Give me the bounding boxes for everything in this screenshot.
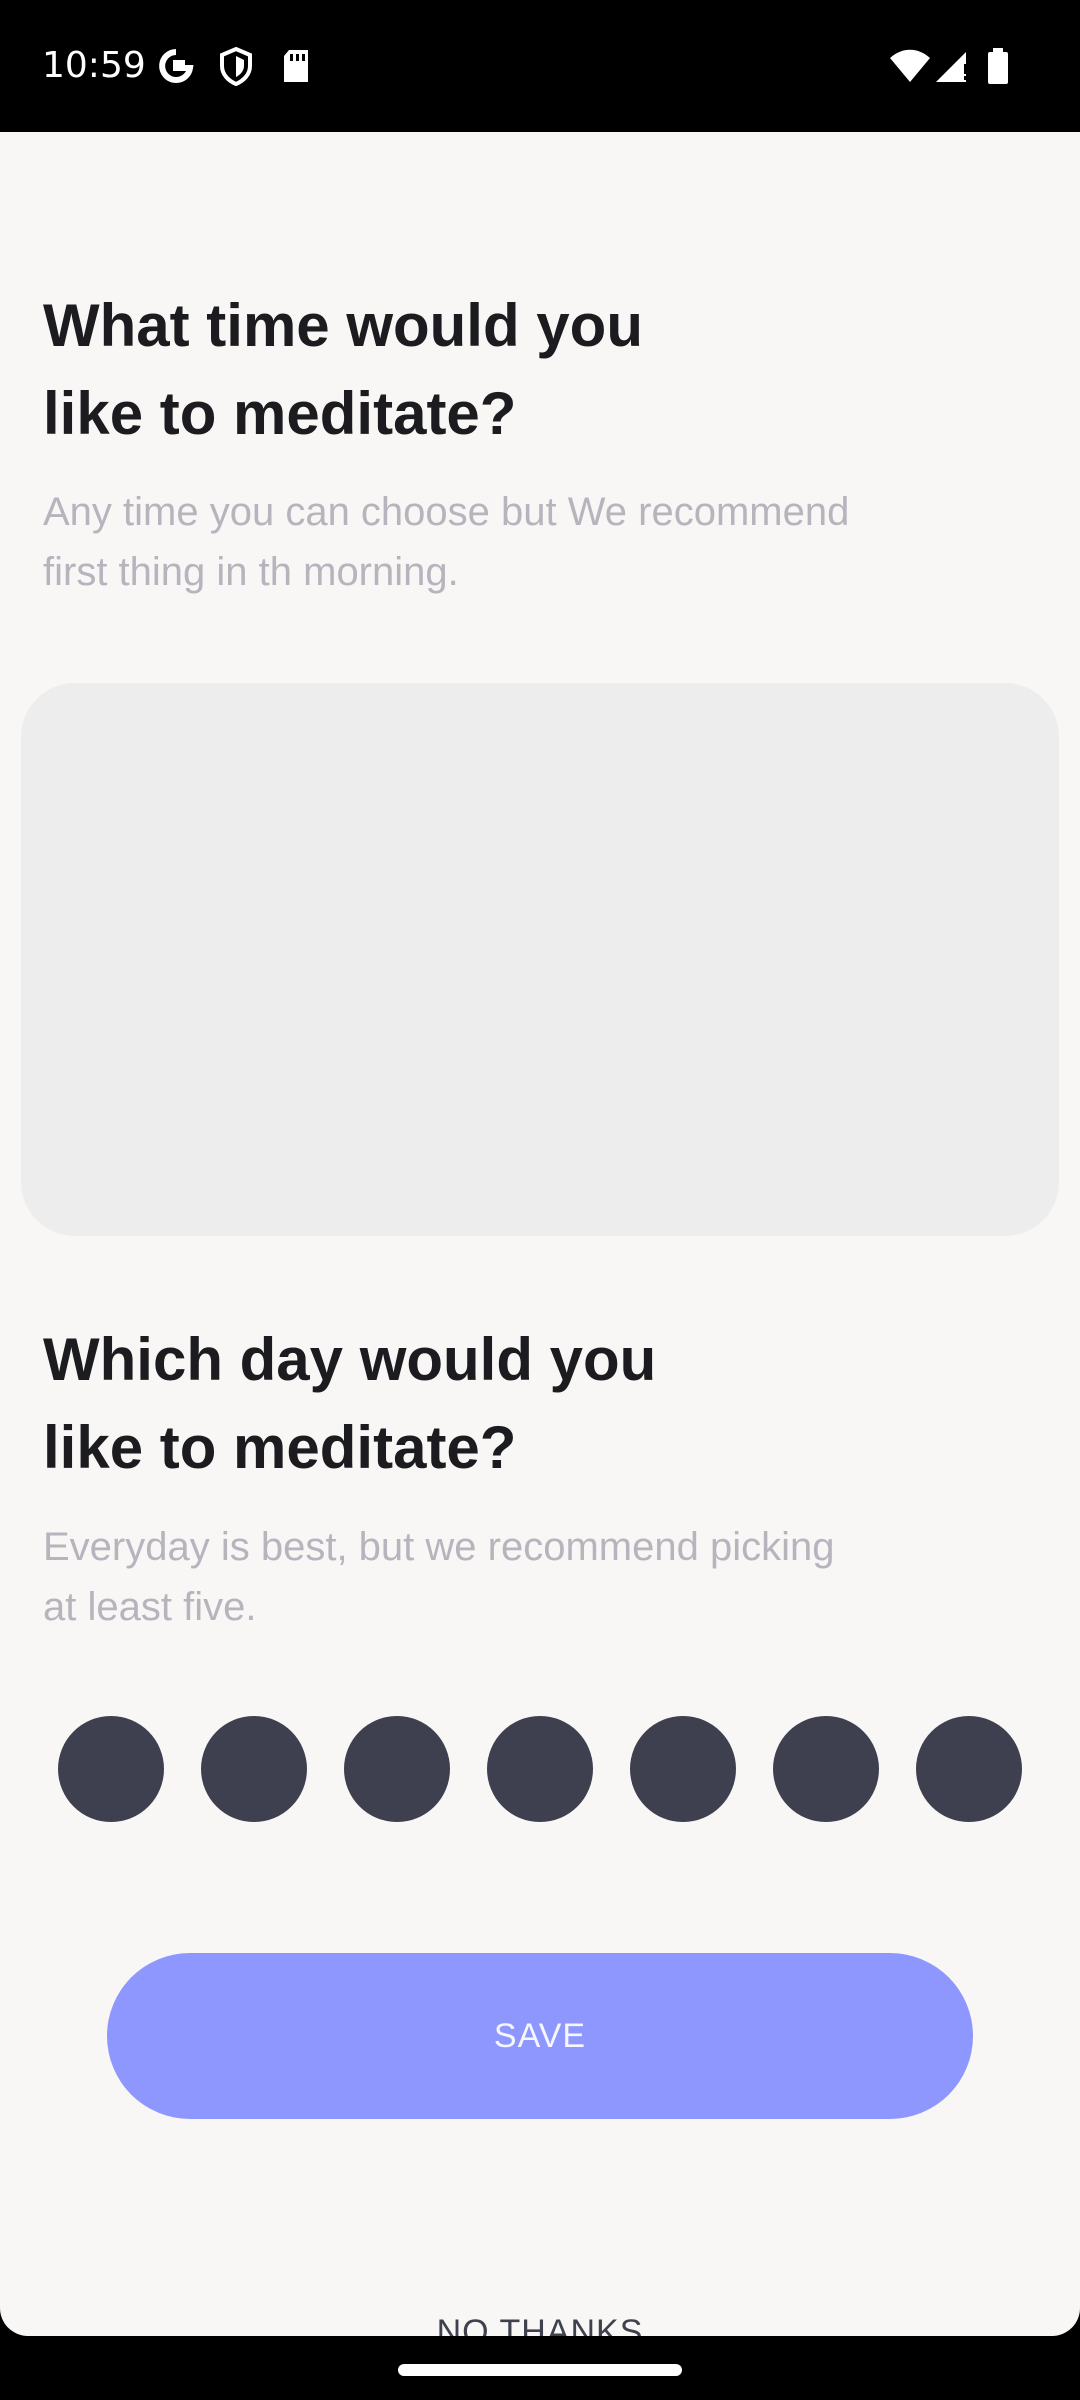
day-toggle-2[interactable] [201,1716,307,1822]
meditation-reminder-screen: What time would you like to meditate? An… [0,132,1080,2336]
day-toggle-4[interactable] [487,1716,593,1822]
google-icon [156,44,196,88]
status-bar: 10:59 [0,0,1080,132]
day-toggle-7[interactable] [916,1716,1022,1822]
no-thanks-button[interactable]: NO THANKS [340,2302,740,2337]
day-toggle-5[interactable] [630,1716,736,1822]
day-question-heading: Which day would you like to meditate? [43,1326,657,1481]
time-question-heading: What time would you like to meditate? [43,292,643,447]
day-recommendation-text: Everyday is best, but we recommend picki… [43,1525,835,1629]
cell-signal-icon [934,44,970,88]
save-button[interactable]: SAVE [107,1953,973,2119]
day-toggle-3[interactable] [344,1716,450,1822]
gesture-nav-handle[interactable] [398,2364,682,2376]
sd-card-icon [276,44,316,88]
day-toggle-6[interactable] [773,1716,879,1822]
time-recommendation-text: Any time you can choose but We recommend… [43,490,850,594]
vpn-shield-icon [216,44,256,88]
day-selector [58,1716,1022,1822]
day-toggle-1[interactable] [58,1716,164,1822]
status-time: 10:59 [42,45,146,86]
wifi-icon [888,44,932,88]
time-picker[interactable] [21,683,1059,1236]
battery-icon [984,44,1012,88]
